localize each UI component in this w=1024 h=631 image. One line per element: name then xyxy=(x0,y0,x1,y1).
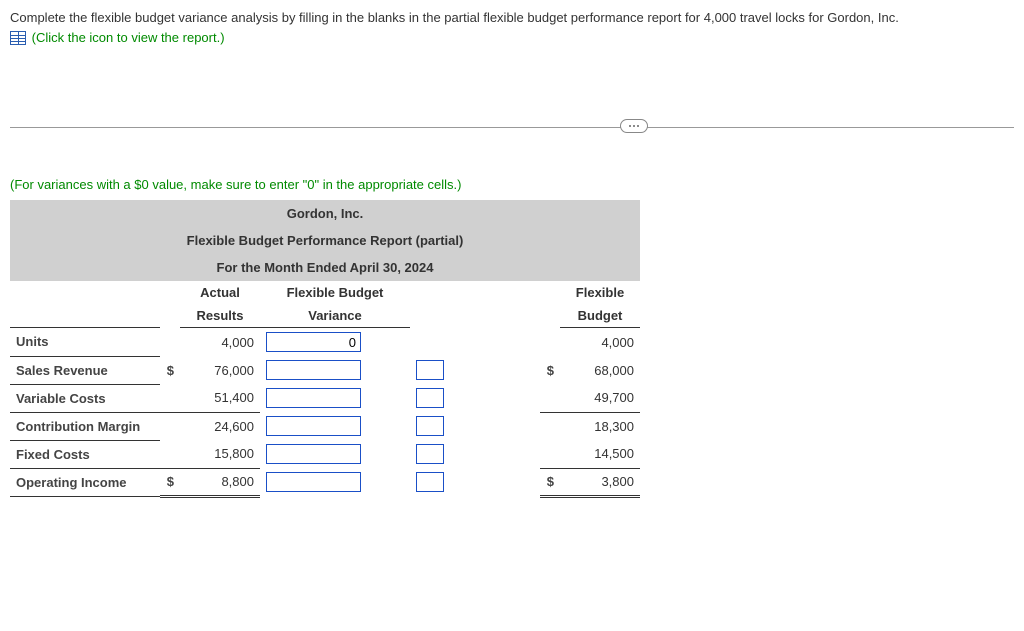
flex-units: 4,000 xyxy=(560,328,640,357)
flex-varcost: 49,700 xyxy=(560,384,640,412)
variance-fixed-input[interactable] xyxy=(266,444,361,464)
cur-opinc-flex: $ xyxy=(540,468,560,496)
flex-fixed: 14,500 xyxy=(560,440,640,468)
report-icon[interactable] xyxy=(10,31,26,45)
col-flex-1: Flexible xyxy=(560,281,640,304)
row-sales: Sales Revenue $ 76,000 $ 68,000 xyxy=(10,356,640,384)
ellipsis-icon[interactable] xyxy=(620,119,648,133)
label-cm: Contribution Margin xyxy=(10,412,160,440)
label-varcost: Variable Costs xyxy=(10,384,160,412)
instruction-text: Complete the flexible budget variance an… xyxy=(10,8,1014,28)
row-opinc: Operating Income $ 8,800 $ 3,800 xyxy=(10,468,640,496)
flex-cm: 18,300 xyxy=(560,412,640,440)
label-fixed: Fixed Costs xyxy=(10,440,160,468)
col-actual-2: Results xyxy=(180,304,260,328)
cur-sales-actual: $ xyxy=(160,356,180,384)
col-flex-2: Budget xyxy=(560,304,640,328)
variance-note: (For variances with a $0 value, make sur… xyxy=(10,177,1014,192)
actual-varcost: 51,400 xyxy=(180,384,260,412)
actual-sales: 76,000 xyxy=(180,356,260,384)
variance-sales-input[interactable] xyxy=(266,360,361,380)
label-opinc: Operating Income xyxy=(10,468,160,496)
variance-varcost-input[interactable] xyxy=(266,388,361,408)
cur-sales-flex: $ xyxy=(540,356,560,384)
row-cm: Contribution Margin 24,600 18,300 xyxy=(10,412,640,440)
flex-sales: 68,000 xyxy=(560,356,640,384)
cur-opinc-actual: $ xyxy=(160,468,180,496)
report-company: Gordon, Inc. xyxy=(10,200,640,227)
actual-opinc: 8,800 xyxy=(180,468,260,496)
report-period: For the Month Ended April 30, 2024 xyxy=(10,254,640,281)
variance-cm-input[interactable] xyxy=(266,416,361,436)
actual-fixed: 15,800 xyxy=(180,440,260,468)
flex-opinc: 3,800 xyxy=(560,468,640,496)
variance-varcost-fu-input[interactable] xyxy=(416,388,444,408)
variance-opinc-input[interactable] xyxy=(266,472,361,492)
section-divider xyxy=(10,117,1014,137)
variance-cm-fu-input[interactable] xyxy=(416,416,444,436)
row-units: Units 4,000 4,000 xyxy=(10,328,640,357)
actual-cm: 24,600 xyxy=(180,412,260,440)
col-variance-2: Variance xyxy=(260,304,410,328)
variance-fixed-fu-input[interactable] xyxy=(416,444,444,464)
col-variance-1: Flexible Budget xyxy=(260,281,410,304)
variance-sales-fu-input[interactable] xyxy=(416,360,444,380)
col-actual-1: Actual xyxy=(180,281,260,304)
row-fixed: Fixed Costs 15,800 14,500 xyxy=(10,440,640,468)
view-report-link[interactable]: (Click the icon to view the report.) xyxy=(32,30,225,45)
report-title: Flexible Budget Performance Report (part… xyxy=(10,227,640,254)
performance-report-table: Gordon, Inc. Flexible Budget Performance… xyxy=(10,200,640,498)
variance-opinc-fu-input[interactable] xyxy=(416,472,444,492)
label-sales: Sales Revenue xyxy=(10,356,160,384)
row-varcost: Variable Costs 51,400 49,700 xyxy=(10,384,640,412)
variance-units-input[interactable] xyxy=(266,332,361,352)
actual-units: 4,000 xyxy=(180,328,260,357)
label-units: Units xyxy=(10,328,160,357)
